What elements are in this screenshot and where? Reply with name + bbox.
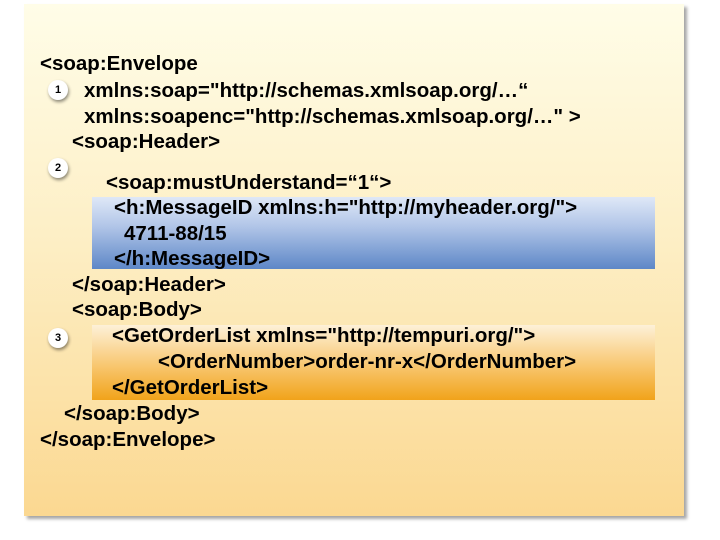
xmlns-soap-attr: xmlns:soap="http://schemas.xmlsoap.org/…… <box>84 79 529 102</box>
step-badge-2: 2 <box>48 158 68 178</box>
message-id-close-tag: </h:MessageID> <box>114 247 271 270</box>
step-badge-1: 1 <box>48 80 68 100</box>
body-open-tag: <soap:Body> <box>72 298 202 321</box>
message-id-value: 4711-88/15 <box>124 222 227 245</box>
get-order-list-open-tag: <GetOrderList xmlns="http://tempuri.org/… <box>112 324 536 347</box>
envelope-close-tag: </soap:Envelope> <box>40 428 216 451</box>
must-understand-tag: <soap:mustUnderstand=“1“> <box>106 171 392 194</box>
header-open-tag: <soap:Header> <box>72 130 221 153</box>
header-close-tag: </soap:Header> <box>72 273 226 296</box>
message-id-open-tag: <h:MessageID xmlns:h="http://myheader.or… <box>114 196 578 219</box>
step-badge-3: 3 <box>48 328 68 348</box>
envelope-open-tag: <soap:Envelope <box>40 52 198 75</box>
order-number-element: <OrderNumber>order-nr-x</OrderNumber> <box>158 350 577 373</box>
xmlns-soapenc-attr: xmlns:soapenc="http://schemas.xmlsoap.or… <box>84 105 581 128</box>
body-close-tag: </soap:Body> <box>64 402 200 425</box>
get-order-list-close-tag: </GetOrderList> <box>112 376 269 399</box>
